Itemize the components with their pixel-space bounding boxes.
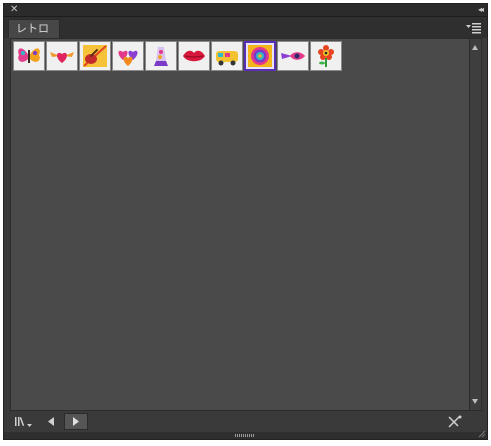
- scroll-up-icon[interactable]: [472, 45, 478, 50]
- winged-heart-icon: [50, 52, 74, 63]
- lips-icon: [183, 50, 205, 62]
- library-menu-button[interactable]: [11, 413, 35, 430]
- symbol-swatch-winged-heart[interactable]: [46, 41, 78, 71]
- spiral-icon: [248, 45, 272, 67]
- place-symbol-button[interactable]: [444, 413, 466, 430]
- close-icon[interactable]: ✕: [10, 3, 18, 16]
- vertical-scrollbar[interactable]: [470, 38, 482, 411]
- next-library-button[interactable]: [64, 413, 88, 430]
- symbol-swatch-lips[interactable]: [178, 41, 210, 71]
- symbol-grid: [10, 38, 470, 411]
- guitar-icon: [83, 45, 107, 67]
- hearts-icon: [118, 50, 138, 66]
- panel-menu-icon[interactable]: [466, 20, 482, 34]
- symbol-swatch-van[interactable]: [211, 41, 243, 71]
- place-symbol-icon: [448, 415, 462, 428]
- symbol-swatch-butterfly[interactable]: [13, 41, 45, 71]
- symbol-swatch-hearts[interactable]: [112, 41, 144, 71]
- resize-corner-icon[interactable]: [478, 430, 486, 438]
- previous-library-button[interactable]: [40, 413, 62, 430]
- butterfly-icon: [18, 48, 40, 63]
- symbol-swatch-spiral[interactable]: [244, 41, 276, 71]
- symbol-library-panel: ✕ ◂◂ レトロ: [3, 3, 488, 440]
- panel-titlebar: ✕ ◂◂: [4, 4, 487, 17]
- scroll-down-icon[interactable]: [472, 399, 478, 404]
- library-icon: [15, 417, 32, 427]
- symbol-swatch-flower[interactable]: [310, 41, 342, 71]
- lava-lamp-icon: [154, 47, 168, 66]
- symbol-swatch-lava-lamp[interactable]: [145, 41, 177, 71]
- panel-bottom-toolbar: [4, 411, 487, 432]
- flower-icon: [318, 45, 334, 67]
- prev-arrow-icon: [48, 417, 54, 426]
- winged-eye-icon: [281, 52, 305, 60]
- symbol-swatch-guitar[interactable]: [79, 41, 111, 71]
- grip-dots: [235, 434, 255, 437]
- collapse-icon[interactable]: ◂◂: [478, 3, 484, 16]
- van-icon: [216, 51, 238, 66]
- tab-retro[interactable]: レトロ: [8, 19, 60, 38]
- symbol-swatch-winged-eye[interactable]: [277, 41, 309, 71]
- tab-bar: レトロ: [4, 17, 487, 38]
- symbol-swatch-list: [13, 41, 343, 71]
- next-arrow-icon: [73, 417, 79, 426]
- panel-resize-grip[interactable]: [4, 432, 487, 439]
